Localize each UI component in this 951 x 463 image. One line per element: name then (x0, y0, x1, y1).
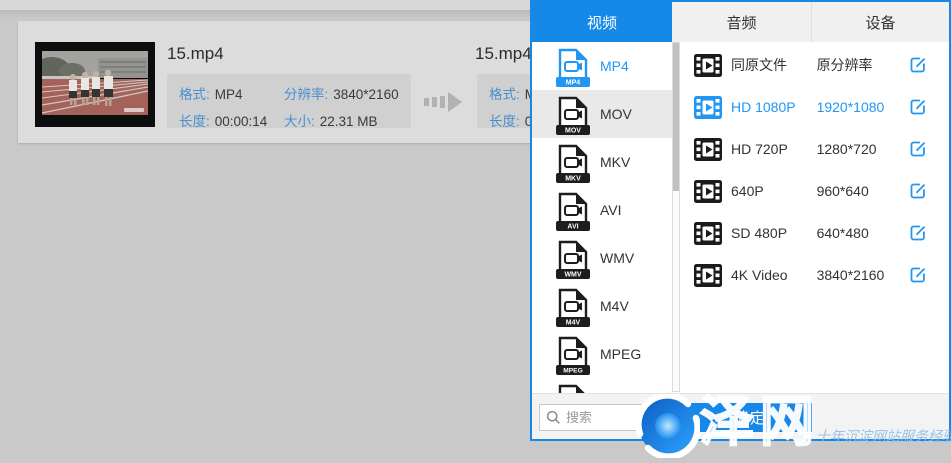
resolution-label: 分辨率: (284, 87, 328, 102)
format-label: 格式: (179, 87, 210, 102)
resolution-value: 3840*2160 (333, 87, 398, 102)
tab-device[interactable]: 设备 (812, 2, 949, 42)
tab-audio[interactable]: 音频 (672, 2, 812, 42)
svg-text:M4V: M4V (566, 319, 581, 326)
target-file-title: 15.mp4 (475, 44, 532, 64)
film-strip-icon (694, 138, 722, 161)
format-item-mp4[interactable]: MP4 MP4 (532, 42, 672, 90)
film-strip-icon (694, 222, 722, 245)
edit-icon[interactable] (908, 181, 928, 201)
quality-row-sd480p[interactable]: SD 480P 640*480 (680, 212, 949, 254)
app-window: 15.mp4 格式: MP4 分辨率: 3840*2160 长度: 00:00:14 … (0, 0, 951, 463)
quality-name: 同原文件 (731, 55, 817, 75)
convert-arrow-icon (424, 92, 462, 112)
confirm-button[interactable]: 确定 (688, 403, 812, 432)
size-label: 大小: (284, 114, 315, 129)
source-file-title: 15.mp4 (167, 44, 224, 64)
svg-text:AVI: AVI (567, 223, 578, 230)
svg-text:WMV: WMV (564, 271, 581, 278)
scrollbar-thumb[interactable] (673, 43, 679, 191)
quality-resolution: 960*640 (817, 183, 909, 199)
search-icon (546, 410, 561, 425)
quality-resolution: 1280*720 (817, 141, 909, 157)
tab-video[interactable]: 视频 (532, 2, 672, 42)
edit-icon[interactable] (908, 139, 928, 159)
source-info-box: 格式: MP4 分辨率: 3840*2160 长度: 00:00:14 大小: 22.3… (167, 74, 411, 128)
format-value: MP4 (215, 87, 243, 102)
svg-text:MOV: MOV (565, 127, 581, 134)
length-label: 长度: (489, 114, 520, 129)
quality-resolution: 640*480 (817, 225, 909, 241)
wmv-file-icon: WMV (555, 240, 591, 282)
format-label: MOV (600, 106, 632, 122)
mov-file-icon: MOV (555, 96, 591, 138)
edit-icon[interactable] (908, 265, 928, 285)
avi-file-icon: AVI (555, 192, 591, 234)
format-list-scrollbar[interactable] (672, 42, 680, 392)
size-value: 22.31 MB (320, 114, 378, 129)
mpeg-file-icon: MPEG (555, 336, 591, 378)
popup-bottom-bar: 确定 (532, 393, 949, 439)
quality-name: 4K Video (731, 267, 817, 283)
length-value: 00:00:14 (215, 114, 268, 129)
film-strip-icon (694, 54, 722, 77)
mkv-file-icon: MKV (555, 144, 591, 186)
quality-row-640p[interactable]: 640P 960*640 (680, 170, 949, 212)
svg-text:MPEG: MPEG (563, 367, 582, 374)
format-list: MP4 MP4 MOV MOV (532, 42, 672, 393)
m4v-file-icon: M4V (555, 288, 591, 330)
quality-name: HD 1080P (731, 99, 817, 115)
format-label: MKV (600, 154, 630, 170)
film-strip-icon (694, 96, 722, 119)
quality-row-hd1080p[interactable]: HD 1080P 1920*1080 (680, 86, 949, 128)
format-label: MP4 (600, 58, 629, 74)
format-item-mkv[interactable]: MKV MKV (532, 138, 672, 186)
quality-resolution: 1920*1080 (817, 99, 909, 115)
quality-name: 640P (731, 183, 817, 199)
format-label: AVI (600, 202, 622, 218)
quality-row-original[interactable]: 同原文件 原分辨率 (680, 44, 949, 86)
format-item-avi[interactable]: AVI AVI (532, 186, 672, 234)
video-thumbnail (35, 42, 155, 127)
quality-list: 同原文件 原分辨率 HD 1080P 1920*1080 (680, 42, 949, 393)
file-icon (555, 384, 591, 394)
length-label: 长度: (179, 114, 210, 129)
format-item-wmv[interactable]: WMV WMV (532, 234, 672, 282)
quality-resolution: 原分辨率 (817, 55, 909, 75)
format-label: 格式: (489, 87, 520, 102)
output-format-popup: 视频 音频 设备 MP4 MP4 (530, 0, 951, 441)
quality-row-hd720p[interactable]: HD 720P 1280*720 (680, 128, 949, 170)
edit-icon[interactable] (908, 223, 928, 243)
quality-resolution: 3840*2160 (817, 267, 909, 283)
format-item-mpeg[interactable]: MPEG MPEG (532, 330, 672, 378)
film-strip-icon (694, 264, 722, 287)
quality-name: HD 720P (731, 141, 817, 157)
svg-text:MKV: MKV (565, 175, 581, 182)
format-item-mov[interactable]: MOV MOV (532, 90, 672, 138)
thumbnail-scene (42, 51, 148, 115)
quality-row-4k[interactable]: 4K Video 3840*2160 (680, 254, 949, 296)
svg-text:MP4: MP4 (566, 79, 581, 86)
thumbnail-watermark (124, 108, 144, 112)
format-label: M4V (600, 298, 629, 314)
format-label: WMV (600, 250, 634, 266)
film-strip-icon (694, 180, 722, 203)
format-label: MPEG (600, 346, 641, 362)
edit-icon[interactable] (908, 55, 928, 75)
edit-icon[interactable] (908, 97, 928, 117)
mp4-file-icon: MP4 (555, 48, 591, 90)
popup-tabs: 视频 音频 设备 (532, 2, 949, 42)
format-item-m4v[interactable]: M4V M4V (532, 282, 672, 330)
quality-name: SD 480P (731, 225, 817, 241)
format-item-partial[interactable] (532, 378, 672, 393)
